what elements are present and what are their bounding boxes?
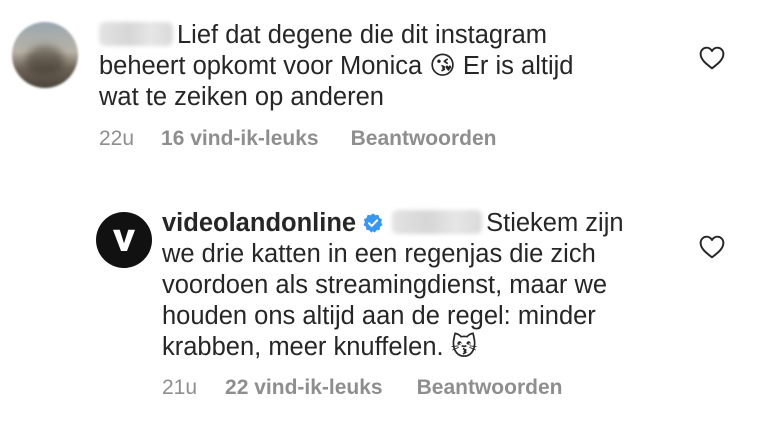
reply-button[interactable]: Beantwoorden: [351, 127, 497, 151]
comment-line: wat te zeiken op anderen: [99, 83, 384, 111]
comment-line: houden ons altijd aan de regel: minder: [162, 302, 596, 330]
comment: videolandonline Stiekem zijn we drie kat…: [0, 190, 760, 428]
timestamp: 22u: [99, 127, 135, 150]
likes-count[interactable]: 22 vind-ik-leuks: [225, 376, 383, 400]
hidden-mention[interactable]: [392, 210, 483, 234]
comment-line: Lief dat degene die dit instagram: [177, 21, 547, 49]
comment-line: we drie katten in een regenjas die zich: [162, 240, 596, 268]
heart-outline-icon[interactable]: [699, 46, 725, 70]
comment-meta: 21u 22 vind-ik-leuks Beantwoorden: [162, 376, 562, 400]
avatar[interactable]: [12, 22, 78, 88]
avatar[interactable]: [96, 212, 152, 268]
videoland-logo-icon: [112, 229, 136, 252]
comment-text: Lief dat degene die dit instagram beheer…: [99, 20, 573, 113]
timestamp: 21u: [162, 376, 198, 399]
verified-badge-icon: [363, 213, 383, 233]
comment-text: videolandonline Stiekem zijn we drie kat…: [162, 208, 624, 363]
comment-line: Stiekem zijn: [486, 209, 624, 237]
comment-line: krabben, meer knuffelen. 😽: [162, 333, 478, 361]
comment-line: voordoen als streamingdienst, maar we: [162, 271, 608, 299]
reply-button[interactable]: Beantwoorden: [417, 376, 563, 400]
heart-outline-icon[interactable]: [699, 235, 725, 259]
comment: Lief dat degene die dit instagram beheer…: [0, 0, 760, 200]
comment-meta: 22u 16 vind-ik-leuks Beantwoorden: [99, 127, 496, 151]
comment-line: beheert opkomt voor Monica 😘 Er is altij…: [99, 52, 574, 80]
likes-count[interactable]: 16 vind-ik-leuks: [161, 127, 319, 151]
username-link[interactable]: videolandonline: [162, 209, 356, 237]
hidden-username[interactable]: [99, 22, 173, 46]
